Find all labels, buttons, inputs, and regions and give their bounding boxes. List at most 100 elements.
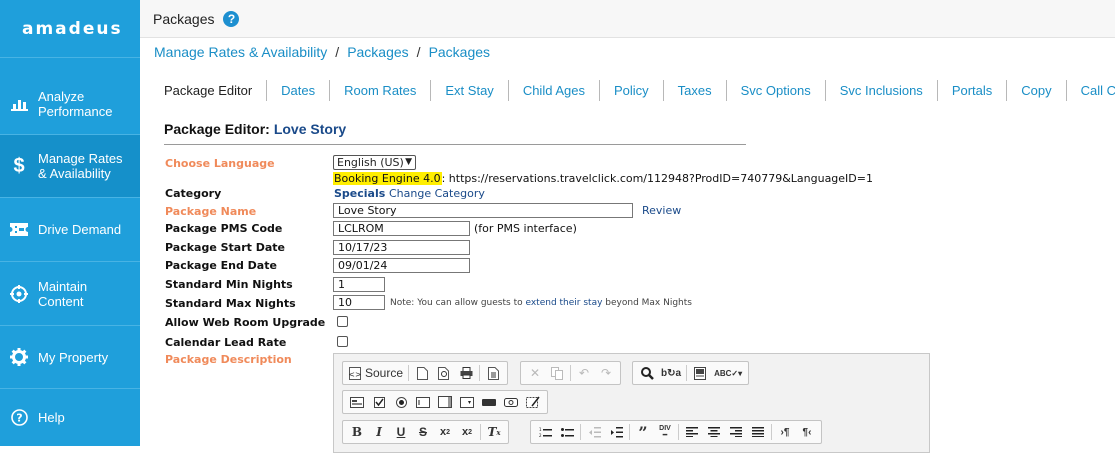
svg-text:2: 2 [539, 433, 542, 438]
sidebar-item-maintain-content[interactable]: Maintain Content [0, 262, 140, 326]
pms-code-input[interactable]: LCLROM [333, 221, 470, 236]
copy-icon[interactable] [546, 363, 568, 383]
tab-portals[interactable]: Portals [938, 80, 1008, 101]
remove-format-icon[interactable]: Tx [483, 422, 505, 442]
review-link[interactable]: Review [642, 204, 681, 217]
blockquote-icon[interactable]: ” [632, 422, 654, 442]
change-category-link[interactable]: Change Category [389, 187, 485, 200]
find-icon[interactable] [636, 363, 658, 383]
superscript-icon[interactable]: x2 [456, 422, 478, 442]
lead-rate-checkbox[interactable] [337, 336, 348, 347]
align-center-icon[interactable] [703, 422, 725, 442]
outdent-icon[interactable] [583, 422, 605, 442]
tab-room-rates[interactable]: Room Rates [330, 80, 432, 101]
min-nights-label: Standard Min Nights [165, 278, 293, 291]
form-icon[interactable] [346, 392, 368, 412]
replace-icon[interactable]: b↻a [658, 363, 684, 383]
select-field-icon[interactable] [456, 392, 478, 412]
breadcrumb-separator: / [335, 44, 340, 60]
checkbox-icon[interactable] [368, 392, 390, 412]
print-icon[interactable] [455, 363, 477, 383]
align-left-icon[interactable] [681, 422, 703, 442]
tab-dates[interactable]: Dates [267, 80, 331, 101]
source-button[interactable]: <> Source [346, 363, 406, 383]
italic-icon[interactable]: I [368, 422, 390, 442]
sidebar: amadeus Analyze Performance $ Manage Rate… [0, 0, 140, 446]
radio-icon[interactable] [390, 392, 412, 412]
underline-icon[interactable]: U [390, 422, 412, 442]
bold-icon[interactable]: B [346, 422, 368, 442]
breadcrumb-separator: / [416, 44, 421, 60]
button-field-icon[interactable] [478, 392, 500, 412]
numbered-list-icon[interactable]: 12 [534, 422, 556, 442]
tab-svc-options[interactable]: Svc Options [727, 80, 826, 101]
hidden-field-icon[interactable] [522, 392, 544, 412]
tab-svc-inclusions[interactable]: Svc Inclusions [826, 80, 938, 101]
breadcrumb-item-packages[interactable]: Packages [347, 44, 408, 60]
pms-interface-note: (for PMS interface) [474, 222, 577, 235]
subscript-icon[interactable]: x2 [434, 422, 456, 442]
templates-icon[interactable] [482, 363, 504, 383]
tab-child-ages[interactable]: Child Ages [509, 80, 600, 101]
top-bar: Packages ? [140, 0, 1115, 38]
rtl-icon[interactable]: ¶‹ [796, 422, 818, 442]
sidebar-item-label: Analyze Performance [38, 88, 113, 119]
new-page-icon[interactable] [411, 363, 433, 383]
sidebar-item-my-property[interactable]: My Property [0, 326, 140, 389]
align-right-icon[interactable] [725, 422, 747, 442]
ticket-icon [0, 223, 38, 236]
package-name-heading: Love Story [273, 121, 347, 137]
max-nights-input[interactable]: 10 [333, 295, 385, 310]
breadcrumb-item-manage-rates[interactable]: Manage Rates & Availability [154, 44, 327, 60]
text-field-icon[interactable] [412, 392, 434, 412]
tab-taxes[interactable]: Taxes [664, 80, 727, 101]
tab-ext-stay[interactable]: Ext Stay [431, 80, 509, 101]
sidebar-item-label: Manage Rates & Availability [38, 151, 123, 181]
sidebar-item-drive-demand[interactable]: Drive Demand [0, 198, 140, 262]
start-date-input[interactable]: 10/17/23 [333, 240, 470, 255]
tab-policy[interactable]: Policy [600, 80, 664, 101]
min-nights-input[interactable]: 1 [333, 277, 385, 292]
toolbar-separator [686, 365, 688, 381]
heading-divider [164, 144, 746, 145]
description-label: Package Description [165, 353, 292, 366]
sidebar-item-label: My Property [38, 349, 109, 365]
tab-package-editor[interactable]: Package Editor [150, 80, 268, 101]
tab-copy[interactable]: Copy [1007, 80, 1067, 101]
create-div-icon[interactable]: DIV ━ [654, 422, 676, 442]
sidebar-item-manage-rates[interactable]: $ Manage Rates & Availability [0, 135, 140, 198]
justify-icon[interactable] [747, 422, 769, 442]
preview-icon[interactable] [433, 363, 455, 383]
redo-icon[interactable]: ↷ [595, 363, 617, 383]
amadeus-logo[interactable]: amadeus [0, 0, 140, 58]
package-name-input[interactable]: Love Story [333, 203, 633, 218]
editor-heading: Package Editor: Love Story [164, 121, 347, 137]
spellcheck-icon[interactable]: ABC✓▾ [711, 363, 745, 383]
tab-call-ctr-image[interactable]: Call Ctr Image [1067, 80, 1115, 101]
textarea-icon[interactable] [434, 392, 456, 412]
extend-stay-link[interactable]: extend their stay [525, 298, 602, 308]
help-icon[interactable]: ? [223, 10, 240, 27]
booking-engine-url: Booking Engine 4.0: https://reservations… [333, 172, 873, 185]
toolbar-group-forms [342, 390, 548, 414]
indent-icon[interactable] [605, 422, 627, 442]
undo-icon[interactable]: ↶ [573, 363, 595, 383]
question-icon: ? [0, 409, 38, 426]
breadcrumb-item-packages-current[interactable]: Packages [429, 44, 490, 60]
bulleted-list-icon[interactable] [556, 422, 578, 442]
select-all-icon[interactable] [689, 363, 711, 383]
web-upgrade-checkbox[interactable] [337, 316, 348, 327]
sidebar-item-analyze-performance[interactable]: Analyze Performance [0, 73, 140, 135]
language-select[interactable]: English (US) ▼ [333, 155, 416, 170]
page-title: Packages [153, 10, 215, 27]
package-tabs: Package Editor Dates Room Rates Ext Stay… [150, 80, 1115, 101]
end-date-input[interactable]: 09/01/24 [333, 258, 470, 273]
lead-rate-label: Calendar Lead Rate [165, 336, 287, 349]
svg-text:<>: <> [349, 370, 361, 379]
image-button-icon[interactable] [500, 392, 522, 412]
sidebar-item-help[interactable]: ? Help [0, 389, 140, 446]
ltr-icon[interactable]: ›¶ [774, 422, 796, 442]
toolbar-separator [408, 365, 410, 381]
strikethrough-icon[interactable]: S [412, 422, 434, 442]
cut-icon[interactable]: ✕ [524, 363, 546, 383]
